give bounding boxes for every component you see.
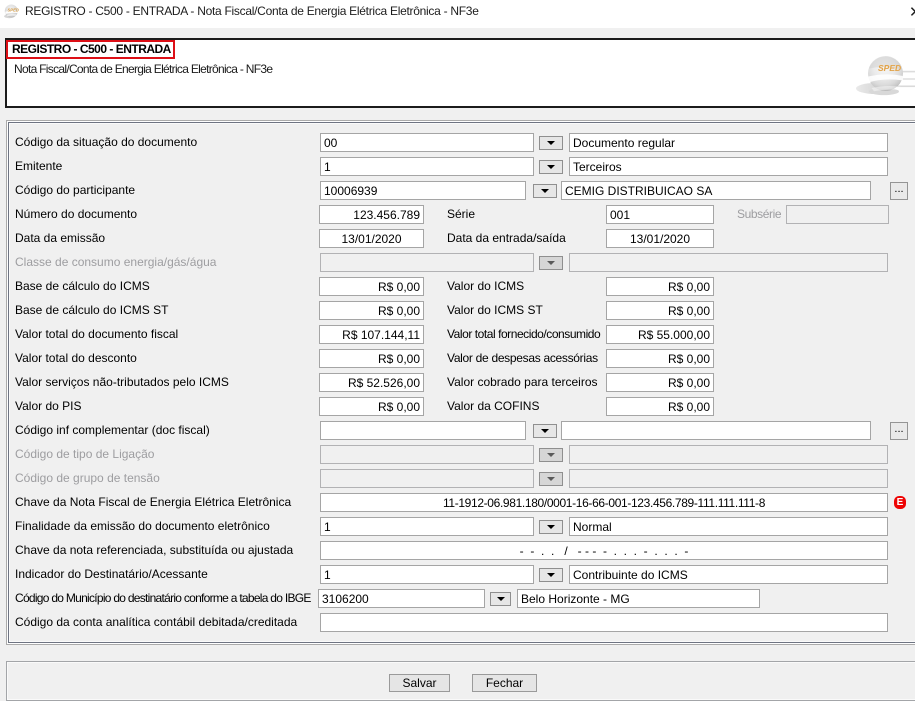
svg-text:SPED: SPED: [8, 7, 19, 12]
svg-text:SPED: SPED: [878, 63, 901, 73]
